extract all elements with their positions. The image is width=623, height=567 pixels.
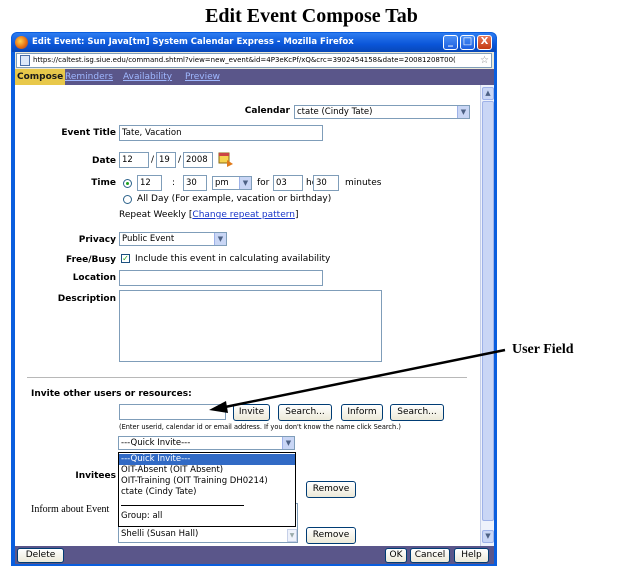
- annotation-label: User Field: [512, 342, 574, 357]
- annotation-arrow: [209, 348, 506, 413]
